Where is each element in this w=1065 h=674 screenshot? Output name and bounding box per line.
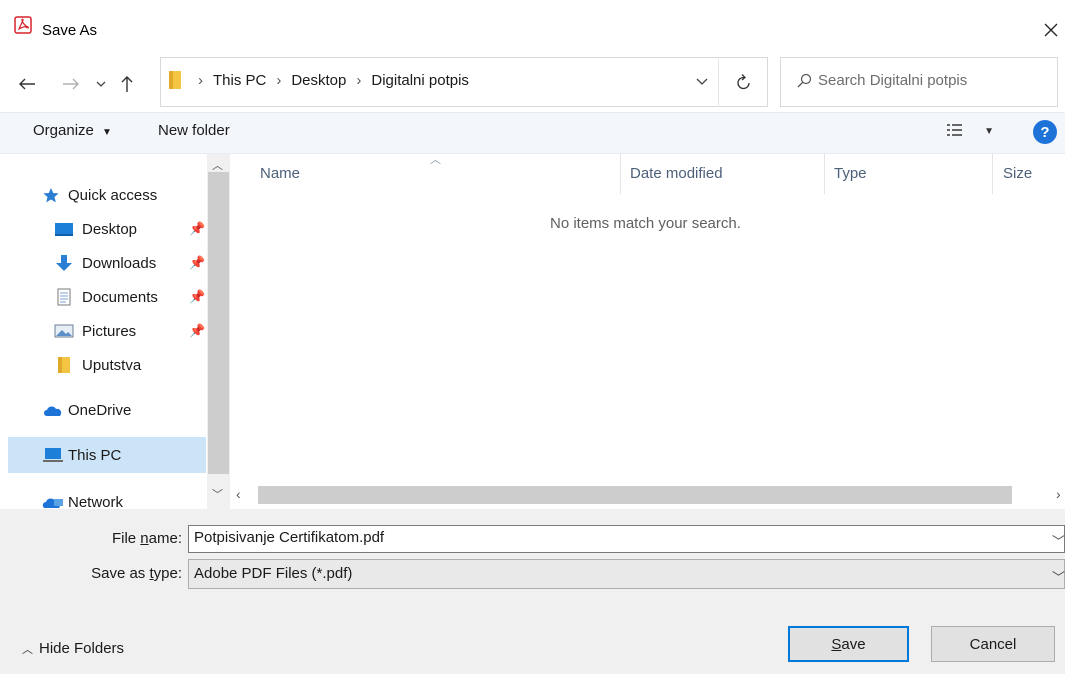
search-placeholder: Search Digitalni potpis [818,72,968,89]
nav-label: Pictures [82,322,137,340]
column-divider [824,154,825,194]
chevron-down-icon[interactable]: ﹀ [1052,531,1065,550]
nav-item-desktop[interactable]: Desktop [54,214,137,244]
hide-folders-button[interactable]: ︿ Hide Folders [22,640,124,657]
document-icon [57,288,71,306]
save-type-value: Adobe PDF Files (*.pdf) [194,565,353,582]
sort-ascending-icon: ︿ [430,154,441,166]
up-button[interactable] [114,71,140,97]
nav-label: Desktop [82,220,138,238]
close-button[interactable] [1036,12,1065,48]
scroll-right-icon[interactable]: › [1056,486,1061,502]
filename-label: File name: [111,530,182,547]
arrow-right-icon [63,78,79,90]
empty-list-message: No items match your search. [550,215,741,232]
details-view-icon [947,124,962,136]
nav-label: Quick access [68,186,158,204]
cloud-icon [44,406,62,416]
nav-label: This PC [68,446,122,464]
column-header-size[interactable]: Size [1003,165,1032,182]
nav-scrollbar-thumb[interactable] [208,172,229,474]
filename-value: Potpisivanje Certifikatom.pdf [194,529,385,546]
change-view-button[interactable]: ▼ [946,122,996,142]
organize-button[interactable]: Organize ▼ [33,122,112,139]
refresh-icon [736,74,750,90]
nav-item-pictures[interactable]: Pictures [54,316,136,346]
nav-label: Network [68,493,124,511]
nav-label: Uputstva [82,356,142,374]
help-icon: ? [1040,123,1050,141]
hide-folders-label: Hide Folders [39,640,125,657]
nav-label: Downloads [82,254,157,272]
acrobat-app-icon [14,16,32,34]
column-header-name[interactable]: Name [260,165,300,182]
pin-icon: 📌 [189,255,206,270]
download-arrow-icon [56,255,72,271]
nav-item-downloads[interactable]: Downloads [54,248,156,278]
new-folder-button[interactable]: New folder [158,122,230,139]
pin-icon: 📌 [189,289,206,304]
chevron-down-icon[interactable]: ﹀ [1052,567,1065,586]
search-icon [797,73,812,92]
address-history-button[interactable] [690,70,714,94]
refresh-button[interactable] [718,57,768,107]
window-title: Save As [42,22,98,39]
horizontal-scrollbar-thumb[interactable] [258,486,1012,504]
chevron-down-icon [696,78,708,85]
save-button[interactable]: Save [788,626,909,662]
nav-this-pc[interactable]: This PC [42,440,121,470]
save-type-label: Save as type: [91,565,182,582]
breadcrumb: › This PC › Desktop › Digitalni potpis [198,72,469,89]
column-divider [992,154,993,194]
recent-locations-button[interactable] [92,71,110,97]
title-bar [0,0,1065,50]
arrow-left-icon [19,78,35,90]
help-button[interactable]: ? [1033,120,1057,144]
back-button[interactable] [14,71,40,97]
caret-down-icon: ▼ [102,127,112,138]
nav-item-uputstva[interactable]: Uputstva [54,350,141,380]
caret-down-icon: ▼ [984,126,995,137]
desktop-icon [55,222,73,236]
column-header-date-modified[interactable]: Date modified [630,165,723,182]
nav-onedrive[interactable]: OneDrive [42,395,131,425]
pin-icon: 📌 [189,221,206,236]
forward-button[interactable] [58,71,84,97]
chevron-down-icon [96,81,106,87]
column-divider [620,154,621,194]
organize-label: Organize [33,122,94,139]
nav-label: Documents [82,288,158,306]
pictures-icon [54,324,74,338]
folder-icon [58,357,70,373]
scroll-up-icon[interactable]: ︿ [212,157,223,173]
breadcrumb-desktop[interactable]: Desktop [291,72,346,89]
computer-icon [43,448,63,462]
pin-icon: 📌 [189,323,206,338]
scroll-left-icon[interactable]: ‹ [236,486,241,502]
star-icon [43,187,59,202]
nav-label: OneDrive [68,401,132,419]
network-icon [42,498,63,508]
nav-item-documents[interactable]: Documents [54,282,158,312]
breadcrumb-this-pc[interactable]: This PC [213,72,266,89]
file-list[interactable] [230,154,1065,509]
scroll-down-icon[interactable]: ﹀ [212,486,223,502]
chevron-up-icon: ︿ [22,644,33,656]
breadcrumb-digitalni-potpis[interactable]: Digitalni potpis [371,72,469,89]
close-icon [1044,23,1057,37]
arrow-up-icon [121,76,133,92]
cancel-button[interactable]: Cancel [931,626,1055,662]
nav-quick-access[interactable]: Quick access [42,180,157,210]
column-header-type[interactable]: Type [834,165,867,182]
folder-icon [168,70,182,94]
